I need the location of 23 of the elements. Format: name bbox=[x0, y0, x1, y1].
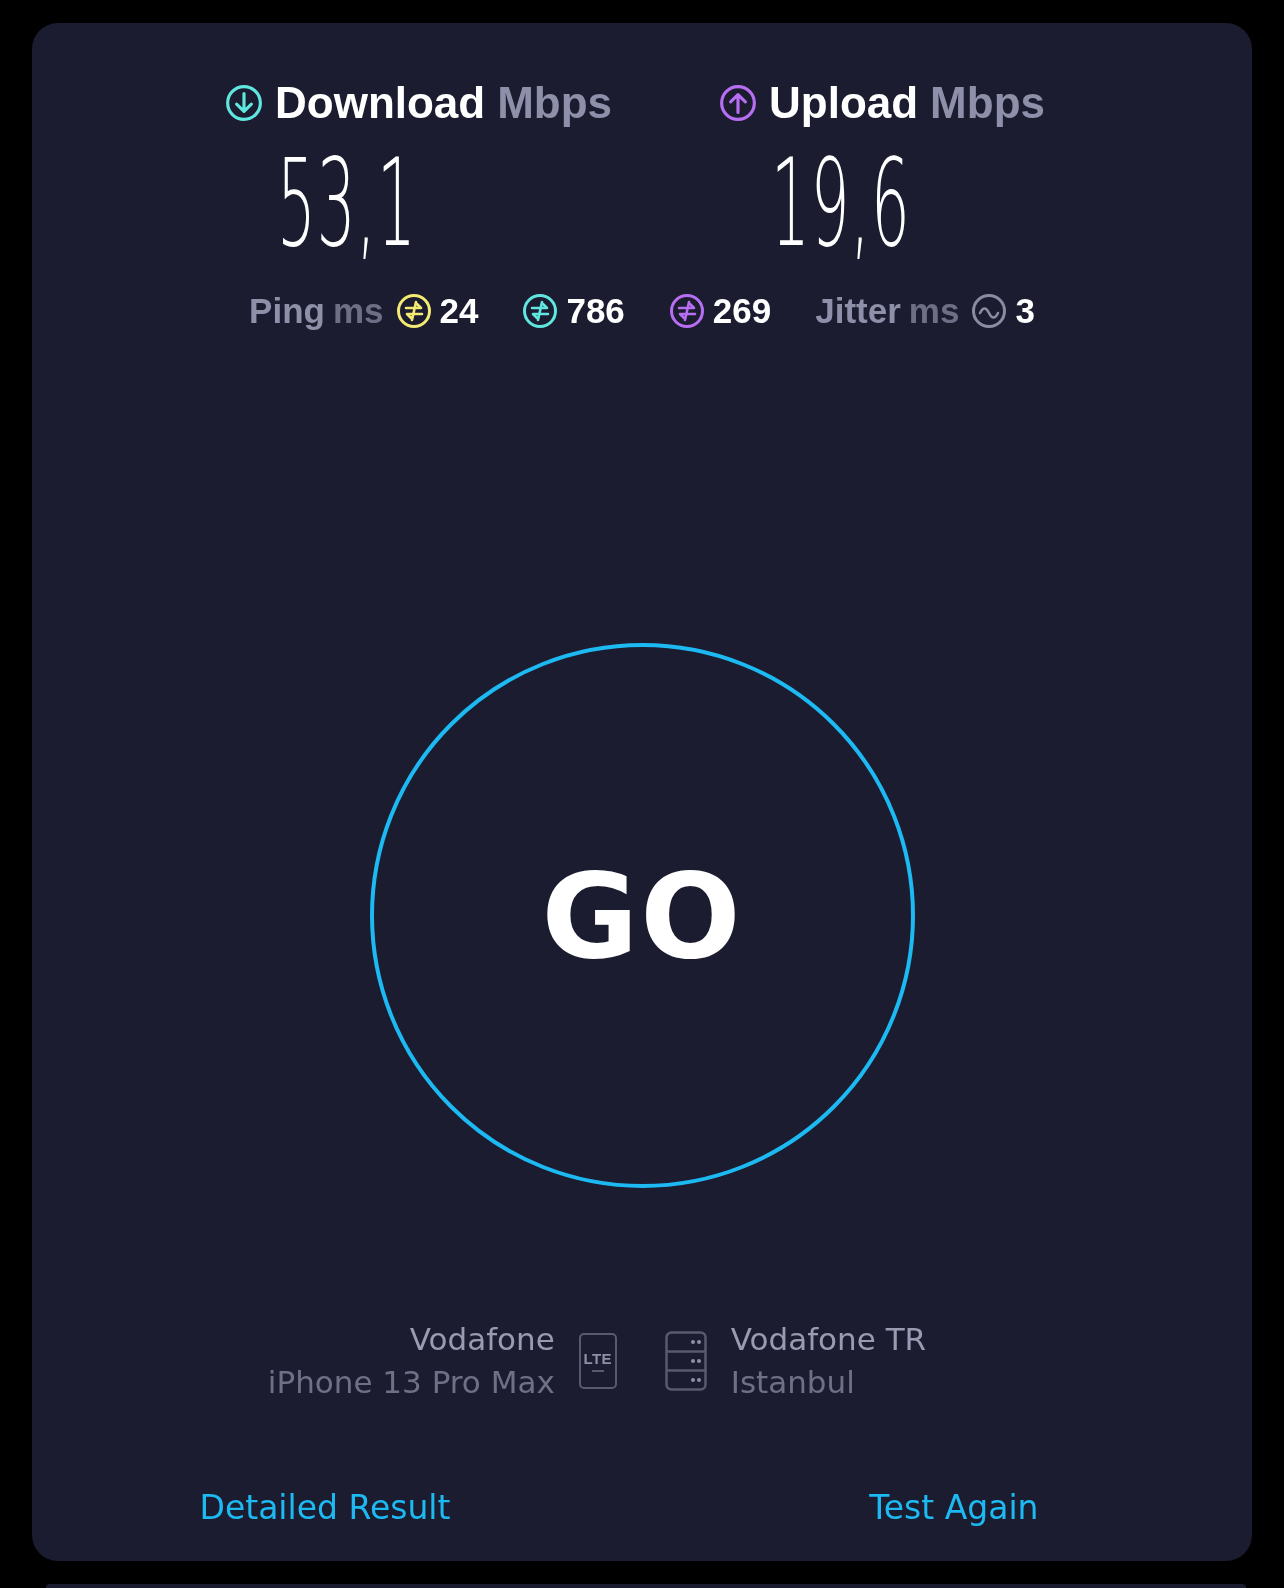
unit-label: Mbps bbox=[930, 77, 1045, 129]
unit-label: ms bbox=[908, 291, 960, 331]
server-icon bbox=[664, 1331, 707, 1391]
result-link[interactable]: Test Again bbox=[869, 1488, 1039, 1527]
stat-label: Ping bbox=[249, 291, 325, 331]
speed-value: 53,1 bbox=[277, 143, 417, 263]
stat-label: Jitter bbox=[815, 291, 901, 331]
unit-label: ms bbox=[332, 291, 384, 331]
stat-value: 269 bbox=[712, 291, 772, 331]
stat-value: 24 bbox=[439, 291, 479, 331]
server-name: Vodafone TR bbox=[730, 1320, 927, 1359]
go-button[interactable]: GO bbox=[369, 643, 915, 1188]
unit-label: Mbps bbox=[497, 77, 613, 129]
metric-label: Upload bbox=[769, 77, 919, 129]
stat-value: 786 bbox=[566, 291, 625, 331]
speed-value: 19,6 bbox=[771, 143, 911, 263]
server-location: Istanbul bbox=[730, 1363, 856, 1402]
result-link[interactable]: Detailed Result bbox=[199, 1488, 451, 1527]
device-name: iPhone 13 Pro Max bbox=[267, 1363, 555, 1402]
stat-value: 3 bbox=[1015, 291, 1035, 331]
metric-label: Download bbox=[275, 77, 486, 129]
carrier-name: Vodafone bbox=[409, 1320, 555, 1359]
phone-icon: LTE bbox=[578, 1333, 617, 1389]
